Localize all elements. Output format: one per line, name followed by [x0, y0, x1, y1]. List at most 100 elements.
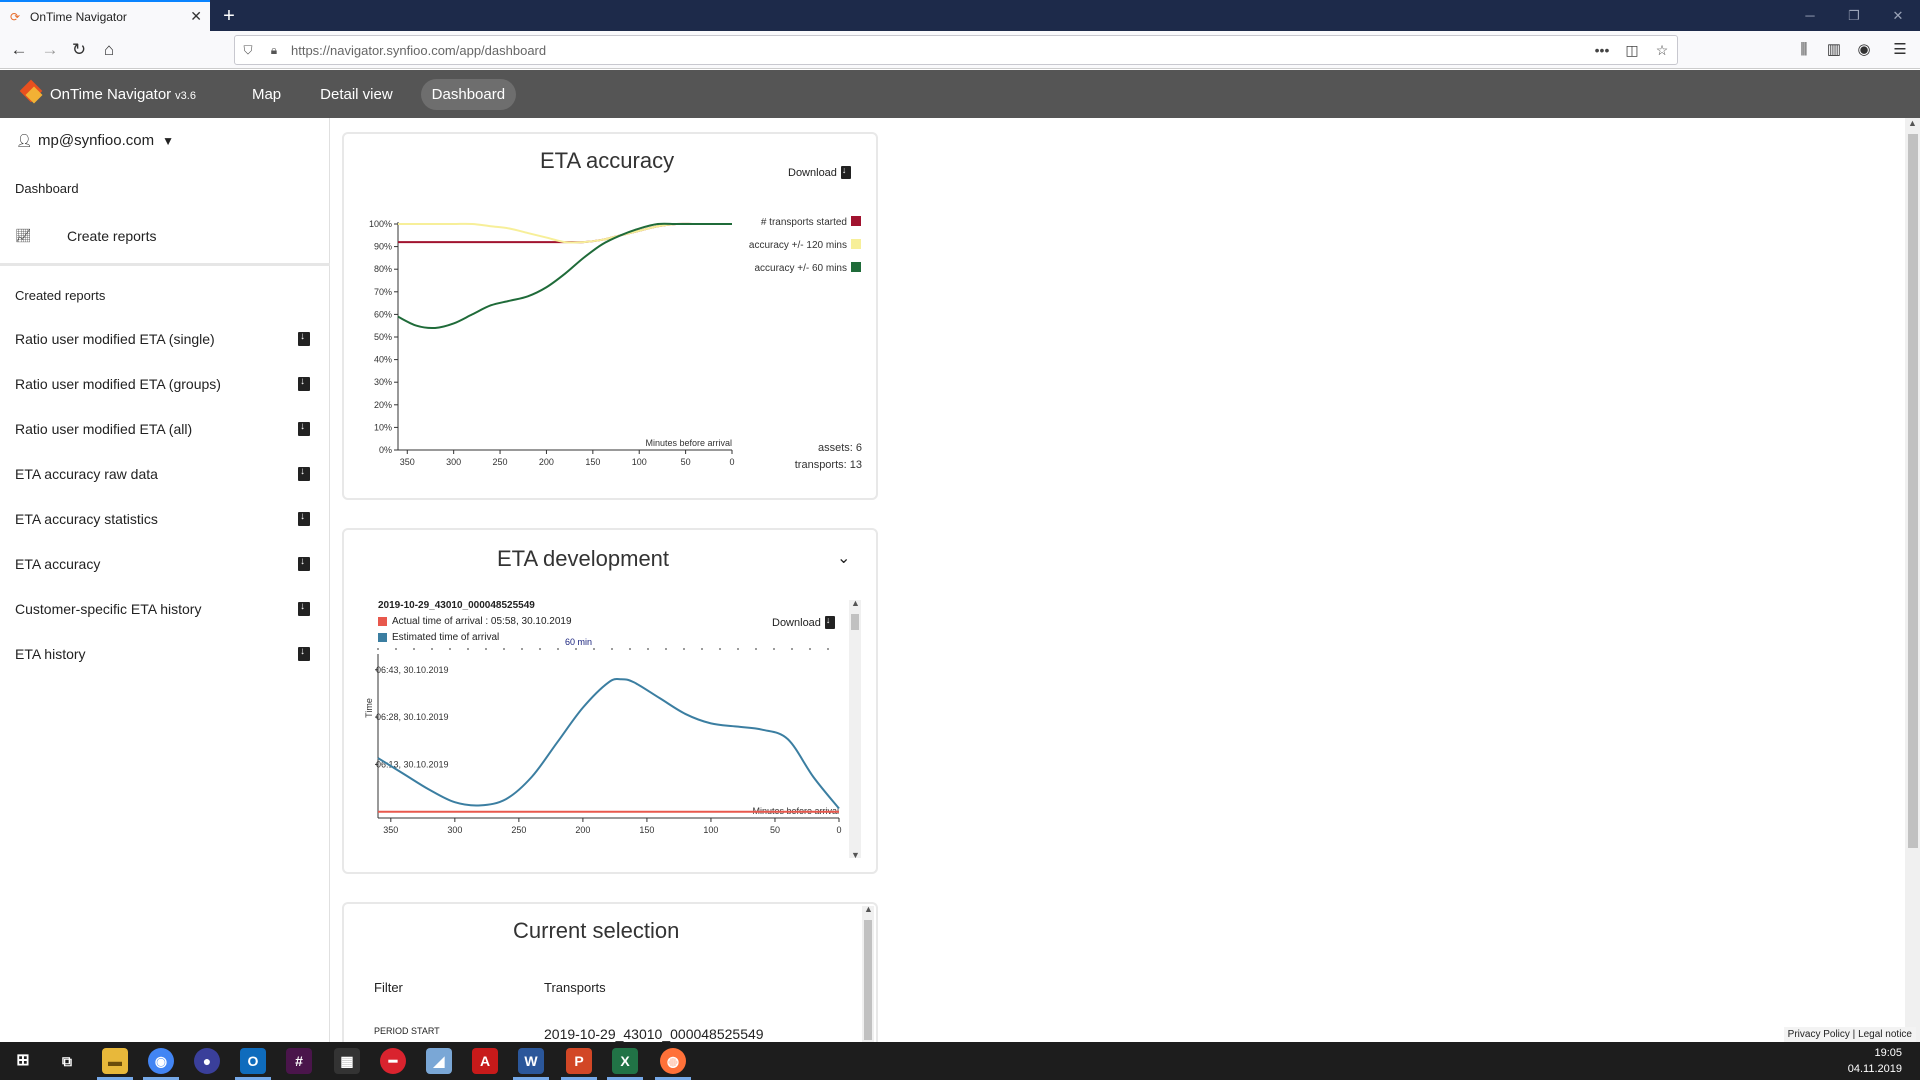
scroll-down-icon[interactable]: ▼ — [851, 850, 860, 860]
reload-icon[interactable]: ↻ — [66, 37, 92, 63]
interval-dot — [773, 648, 775, 650]
restore-window-icon[interactable]: ❐ — [1832, 0, 1876, 31]
series-line — [398, 222, 732, 244]
scroll-up-icon[interactable]: ▲ — [864, 904, 873, 914]
calculator-icon[interactable]: ▦ — [334, 1048, 360, 1074]
scroll-thumb[interactable] — [864, 920, 872, 1040]
task-view-icon[interactable]: ⧉ — [54, 1048, 80, 1074]
browser-tab[interactable]: ⟳ OnTime Navigator ✕ — [0, 0, 210, 31]
download-file-icon[interactable] — [298, 376, 310, 391]
file-explorer-icon[interactable]: ▬ — [102, 1048, 128, 1074]
home-icon[interactable]: ⌂ — [96, 37, 122, 63]
y-tick-label: 50% — [374, 332, 392, 342]
download-file-icon[interactable] — [298, 331, 310, 346]
download-file-icon[interactable] — [298, 511, 310, 526]
report-item[interactable]: ETA accuracy — [15, 552, 310, 576]
system-clock[interactable]: 19:05 04.11.2019 — [1848, 1045, 1902, 1077]
scroll-thumb[interactable] — [1908, 134, 1918, 848]
library-icon[interactable]: ⫼ — [1790, 37, 1818, 63]
legend-swatch — [851, 262, 861, 272]
y-tick-label: 20% — [374, 400, 392, 410]
excel-icon[interactable]: X — [612, 1048, 638, 1074]
y-tick-label: 80% — [374, 264, 392, 274]
pocket-icon[interactable]: ◫ — [1617, 42, 1647, 59]
y-tick-label: 40% — [374, 355, 392, 365]
account-icon[interactable]: ◉ — [1850, 37, 1878, 63]
sidebar-toggle-icon[interactable]: ▥ — [1820, 37, 1848, 63]
forward-icon[interactable]: → — [37, 37, 63, 63]
more-actions-icon[interactable]: ••• — [1587, 42, 1617, 58]
user-menu[interactable]: 👤︎ mp@synfioo.com ▼ — [16, 132, 174, 149]
download-file-icon[interactable] — [298, 556, 310, 571]
back-icon[interactable]: ← — [6, 37, 32, 63]
create-reports-label: Create reports — [67, 228, 157, 244]
interval-dot — [809, 648, 811, 650]
series-line — [397, 222, 732, 244]
word-icon[interactable]: W — [518, 1048, 544, 1074]
transport-value[interactable]: 2019-10-29_43010_000048525549 — [544, 1026, 764, 1042]
windows-start-icon[interactable]: ⊞ — [10, 1048, 36, 1074]
firefox-icon[interactable]: ◍ — [660, 1048, 686, 1074]
interval-dot — [737, 648, 739, 650]
close-tab-icon[interactable]: ✕ — [190, 8, 202, 25]
shield-icon[interactable]: ⛉ — [235, 43, 261, 58]
footer-links[interactable]: Privacy Policy | Legal notice — [1783, 1027, 1916, 1042]
scroll-thumb[interactable] — [851, 614, 859, 630]
close-window-icon[interactable]: ✕ — [1876, 0, 1920, 31]
nav-map[interactable]: Map — [241, 79, 292, 110]
chart-scrollbar[interactable]: ▲ ▼ — [849, 598, 861, 860]
report-item[interactable]: ETA accuracy statistics — [15, 507, 310, 531]
nav-detail-view[interactable]: Detail view — [309, 79, 404, 110]
app-blue-icon[interactable]: ◢ — [426, 1048, 452, 1074]
y-tick-label: 100% — [369, 219, 392, 229]
url-bar[interactable]: ⛉ 🔒︎ https://navigator.synfioo.com/app/d… — [234, 35, 1678, 65]
x-tick-label: 150 — [585, 457, 600, 467]
sidebar-divider — [0, 263, 330, 266]
interval-dot — [503, 648, 505, 650]
report-item[interactable]: ETA history — [15, 642, 310, 666]
report-item[interactable]: Ratio user modified ETA (single) — [15, 327, 310, 351]
interval-dot — [629, 648, 631, 650]
x-tick-label: 0 — [836, 825, 841, 835]
app-icon[interactable]: ● — [194, 1048, 220, 1074]
report-item-label: Customer-specific ETA history — [15, 601, 202, 617]
download-file-icon[interactable] — [298, 601, 310, 616]
scroll-up-icon[interactable]: ▲ — [1908, 118, 1917, 128]
menu-icon[interactable]: ☰ — [1886, 37, 1914, 63]
x-axis-label: Minutes before arrival — [645, 438, 732, 448]
x-tick-label: 250 — [493, 457, 508, 467]
download-file-icon[interactable] — [298, 421, 310, 436]
app-red-icon[interactable]: ━ — [380, 1048, 406, 1074]
new-tab-icon[interactable]: + — [216, 3, 242, 29]
url-text[interactable]: https://navigator.synfioo.com/app/dashbo… — [291, 43, 1587, 58]
current-selection-card: Current selection Filter Transports PERI… — [342, 902, 878, 1062]
current-selection-title: Current selection — [513, 918, 680, 943]
report-item[interactable]: Ratio user modified ETA (all) — [15, 417, 310, 441]
powerpoint-icon[interactable]: P — [566, 1048, 592, 1074]
download-file-icon[interactable] — [298, 466, 310, 481]
report-item-label: ETA history — [15, 646, 86, 662]
report-item[interactable]: ETA accuracy raw data — [15, 462, 310, 486]
chrome-icon[interactable]: ◉ — [148, 1048, 174, 1074]
bookmark-star-icon[interactable]: ☆ — [1647, 42, 1677, 59]
sidebar-item-dashboard[interactable]: Dashboard — [15, 181, 79, 196]
report-item-label: ETA accuracy statistics — [15, 511, 158, 527]
acrobat-icon[interactable]: A — [472, 1048, 498, 1074]
nav-dashboard[interactable]: Dashboard — [420, 78, 517, 110]
outlook-icon[interactable]: O — [240, 1048, 266, 1074]
scroll-up-icon[interactable]: ▲ — [851, 598, 860, 608]
selection-scrollbar[interactable]: ▲ — [862, 904, 874, 1042]
report-item[interactable]: Ratio user modified ETA (groups) — [15, 372, 310, 396]
assets-count: assets: 6 — [817, 442, 862, 454]
y-axis-label: Time — [364, 698, 374, 718]
sidebar-item-create-reports[interactable]: 📈︎ Create reports — [15, 228, 156, 244]
created-reports-heading: Created reports — [15, 288, 106, 303]
report-item[interactable]: Customer-specific ETA history — [15, 597, 310, 621]
page-scrollbar[interactable]: ▲ — [1905, 118, 1920, 1042]
period-start-label: PERIOD START — [374, 1026, 440, 1036]
report-item-label: ETA accuracy raw data — [15, 466, 158, 482]
download-file-icon[interactable] — [298, 646, 310, 661]
minimize-window-icon[interactable]: ─ — [1788, 0, 1832, 31]
lock-icon: 🔒︎ — [270, 42, 278, 57]
slack-icon[interactable]: # — [286, 1048, 312, 1074]
